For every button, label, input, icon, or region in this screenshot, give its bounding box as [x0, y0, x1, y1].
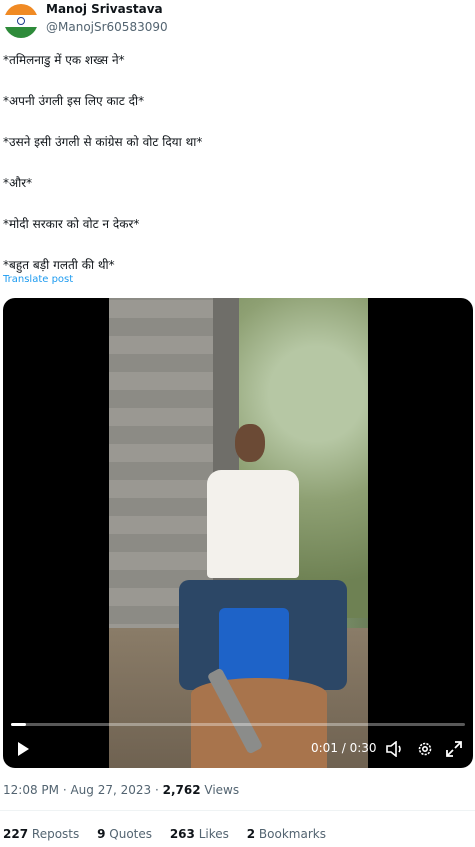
- tweet-header: Manoj Srivastava @ManojSr60583090: [0, 0, 475, 44]
- tweet-line: *और*: [3, 176, 33, 190]
- avatar[interactable]: [4, 4, 38, 38]
- stat-label: Reposts: [31, 827, 80, 841]
- tweet-line: *तमिलनाडु में एक शख्स ने*: [3, 53, 125, 67]
- meta-separator: ·: [151, 783, 163, 797]
- chakra-icon: [17, 17, 25, 25]
- stat-count: 2: [246, 827, 256, 841]
- volume-icon[interactable]: [386, 741, 404, 757]
- tweet-line: *अपनी उंगली इस लिए काट दी*: [3, 94, 145, 108]
- stat-count: 9: [97, 827, 106, 841]
- video-frame: [109, 298, 368, 768]
- tweet-time[interactable]: 12:08 PM: [3, 783, 59, 797]
- divider: [0, 810, 475, 811]
- tweet-text: *तमिलनाडु में एक शख्स ने* *अपनी उंगली इस…: [3, 52, 468, 298]
- video-progress-fill: [11, 723, 26, 726]
- tweet-date[interactable]: Aug 27, 2023: [70, 783, 151, 797]
- bookmarks-stat[interactable]: 2 Bookmarks: [247, 827, 326, 841]
- video-player[interactable]: 0:01 / 0:30: [3, 298, 473, 768]
- tweet-meta: 12:08 PM · Aug 27, 2023 · 2,762 Views: [3, 783, 239, 797]
- stat-label: Likes: [198, 827, 229, 841]
- reposts-stat[interactable]: 227 Reposts: [3, 827, 79, 841]
- stat-count: 263: [169, 827, 195, 841]
- author-name[interactable]: Manoj Srivastava: [46, 2, 163, 16]
- settings-icon[interactable]: [416, 740, 434, 758]
- author-handle[interactable]: @ManojSr60583090: [46, 20, 168, 34]
- tweet-line: *उसने इसी उंगली से कांग्रेस को वोट दिया …: [3, 135, 203, 149]
- stat-count: 227: [3, 827, 29, 841]
- tweet-line: *मोदी सरकार को वोट न देकर*: [3, 217, 140, 231]
- likes-stat[interactable]: 263 Likes: [170, 827, 229, 841]
- stat-label: Bookmarks: [258, 827, 326, 841]
- views-count: 2,762: [162, 783, 201, 797]
- meta-separator: ·: [59, 783, 71, 797]
- quotes-stat[interactable]: 9 Quotes: [97, 827, 152, 841]
- video-progress-bar[interactable]: [11, 723, 465, 726]
- video-time: 0:01 / 0:30: [311, 741, 377, 755]
- play-icon[interactable]: [15, 741, 31, 757]
- fullscreen-icon[interactable]: [445, 740, 463, 758]
- engagement-stats: 227 Reposts 9 Quotes 263 Likes 2 Bookmar…: [3, 827, 340, 841]
- translate-post-link[interactable]: Translate post: [3, 274, 73, 285]
- stat-label: Quotes: [109, 827, 152, 841]
- views-label: Views: [204, 783, 240, 797]
